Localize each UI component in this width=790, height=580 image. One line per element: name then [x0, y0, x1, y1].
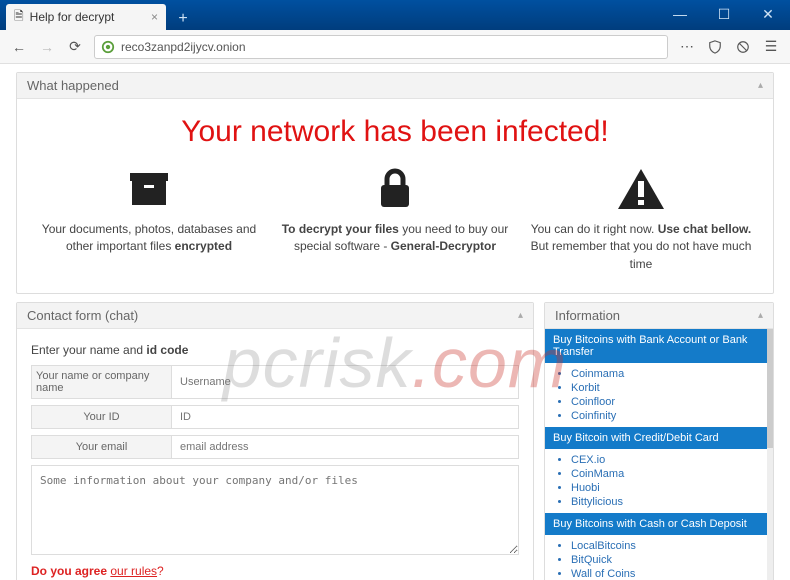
info-link[interactable]: Korbit: [571, 381, 767, 395]
what-happened-panel: What happened ▴ Your network has been in…: [16, 72, 774, 294]
address-bar[interactable]: reco3zanpd2ijycv.onion: [94, 35, 668, 59]
warning-icon: [523, 163, 759, 215]
menu-icon[interactable]: ☰: [762, 38, 780, 56]
info-link[interactable]: Coinfinity: [571, 409, 767, 423]
label-id: Your ID: [31, 405, 171, 429]
info-link[interactable]: BitQuick: [571, 553, 767, 567]
rules-link[interactable]: our rules: [110, 564, 157, 578]
page-content: What happened ▴ Your network has been in…: [0, 64, 790, 580]
col1-strong: encrypted: [175, 239, 232, 253]
onion-icon: [101, 40, 115, 54]
info-link[interactable]: Huobi: [571, 481, 767, 495]
id-input[interactable]: [171, 405, 519, 429]
information-body: Buy Bitcoins with Bank Account or Bank T…: [545, 329, 767, 580]
browser-toolbar: ← → ⟳ reco3zanpd2ijycv.onion ⋯ ☰: [0, 30, 790, 64]
contact-panel: Contact form (chat) ▴ Enter your name an…: [16, 302, 534, 580]
info-scrollbar[interactable]: [767, 329, 773, 580]
info-group-header: Buy Bitcoins with Bank Account or Bank T…: [545, 329, 767, 363]
col2-strong: To decrypt your files: [282, 222, 399, 236]
new-tab-button[interactable]: +: [170, 8, 196, 30]
col3-strong: Use chat bellow.: [658, 222, 752, 236]
information-panel: Information ▴ Buy Bitcoins with Bank Acc…: [544, 302, 774, 580]
info-group-header: Buy Bitcoins with Cash or Cash Deposit: [545, 513, 767, 535]
agree-question: Do you agree our rules?: [31, 564, 519, 578]
archive-icon: [31, 163, 267, 215]
name-input[interactable]: [171, 365, 519, 399]
tab-title: Help for decrypt: [30, 10, 115, 24]
reload-icon[interactable]: ⟳: [66, 38, 84, 56]
url-text: reco3zanpd2ijycv.onion: [121, 40, 661, 54]
what-happened-label: What happened: [27, 78, 119, 93]
chevron-up-icon[interactable]: ▴: [758, 310, 763, 321]
tab-close-icon[interactable]: ×: [151, 10, 158, 24]
contact-prompt: Enter your name and id code: [31, 343, 519, 357]
back-icon[interactable]: ←: [10, 38, 28, 56]
col3-post: But remember that you do not have much t…: [531, 239, 752, 270]
col-chat: You can do it right now. Use chat bellow…: [523, 163, 759, 273]
information-header: Information ▴: [545, 303, 773, 329]
info-link[interactable]: Bittylicious: [571, 495, 767, 509]
info-link[interactable]: Coinfloor: [571, 395, 767, 409]
chevron-up-icon[interactable]: ▴: [758, 80, 763, 91]
col-encrypted: Your documents, photos, databases and ot…: [31, 163, 267, 273]
label-email: Your email: [31, 435, 171, 459]
col3-pre: You can do it right now.: [531, 222, 658, 236]
lock-icon: [277, 163, 513, 215]
col2-strong2: General-Decryptor: [391, 239, 496, 253]
contact-header: Contact form (chat) ▴: [17, 303, 533, 329]
maximize-button[interactable]: ☐: [702, 0, 746, 28]
close-button[interactable]: ✕: [746, 0, 790, 28]
label-name: Your name or company name: [31, 365, 171, 399]
info-link[interactable]: LocalBitcoins: [571, 539, 767, 553]
what-happened-header: What happened ▴: [17, 73, 773, 99]
info-group-header: Buy Bitcoin with Credit/Debit Card: [545, 427, 767, 449]
email-input[interactable]: [171, 435, 519, 459]
info-link[interactable]: Coinmama: [571, 367, 767, 381]
browser-tab[interactable]: 🗎 Help for decrypt ×: [6, 4, 166, 30]
contact-header-label: Contact form (chat): [27, 308, 138, 323]
tab-favicon: 🗎: [14, 7, 24, 28]
forward-icon[interactable]: →: [38, 38, 56, 56]
more-icon[interactable]: ⋯: [678, 38, 696, 56]
chevron-up-icon[interactable]: ▴: [518, 310, 523, 321]
info-link[interactable]: CoinMama: [571, 467, 767, 481]
col-decrypt: To decrypt your files you need to buy ou…: [277, 163, 513, 273]
window-titlebar: 🗎 Help for decrypt × + — ☐ ✕: [0, 0, 790, 30]
info-textarea[interactable]: [31, 465, 519, 555]
minimize-button[interactable]: —: [658, 0, 702, 28]
info-link[interactable]: Wall of Coins: [571, 567, 767, 580]
info-link[interactable]: CEX.io: [571, 453, 767, 467]
noscript-icon[interactable]: [734, 38, 752, 56]
shield-icon[interactable]: [706, 38, 724, 56]
information-label: Information: [555, 308, 620, 323]
window-controls: — ☐ ✕: [658, 0, 790, 28]
headline: Your network has been infected!: [31, 115, 759, 149]
